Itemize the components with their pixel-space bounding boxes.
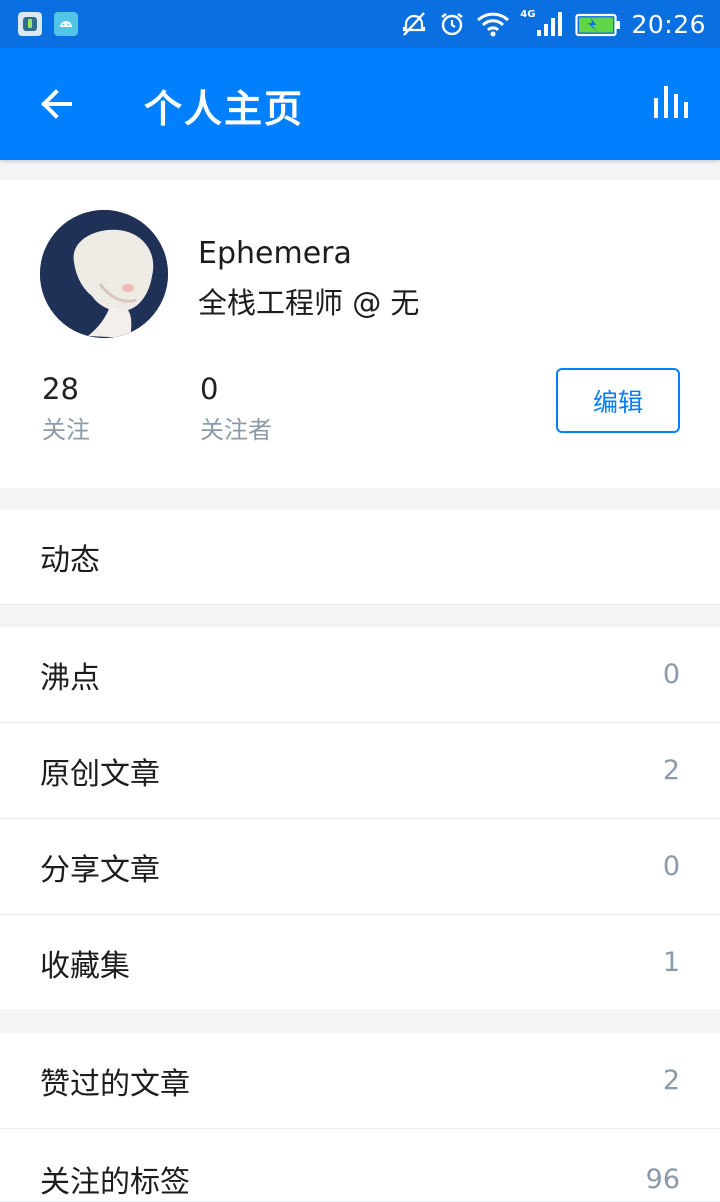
user-job-title: 全栈工程师 @ 无 [198, 286, 420, 320]
pins-row[interactable]: 沸点 0 [0, 627, 720, 723]
bar-chart-icon[interactable] [652, 82, 692, 122]
alarm-icon [441, 13, 464, 36]
app-notification-icon [18, 12, 42, 36]
activity-row[interactable]: 动态 [0, 509, 720, 605]
activity-label: 动态 [40, 542, 100, 578]
shared-articles-label: 分享文章 [40, 852, 160, 888]
liked-articles-count: 2 [662, 1065, 680, 1096]
profile-card: Ephemera 全栈工程师 @ 无 28 关注 0 关注者 编辑 [0, 180, 720, 488]
mute-icon [403, 12, 426, 36]
edit-profile-button[interactable]: 编辑 [556, 368, 680, 433]
system-icons: 4G 20:26 [400, 8, 706, 40]
clock: 20:26 [631, 9, 706, 39]
pins-count: 0 [662, 659, 680, 690]
following-count: 28 [42, 372, 79, 406]
followed-tags-row[interactable]: 关注的标签 96 [0, 1129, 720, 1202]
signal-icon [537, 12, 563, 36]
android-debug-icon [54, 12, 78, 36]
wifi-icon [477, 12, 510, 37]
notification-icons [18, 12, 78, 36]
original-articles-row[interactable]: 原创文章 2 [0, 723, 720, 819]
followed-tags-count: 96 [645, 1163, 680, 1195]
followers-stat[interactable]: 0 关注者 [200, 372, 272, 445]
user-name: Ephemera [198, 236, 352, 271]
battery-charging-icon [575, 13, 621, 37]
followed-tags-label: 关注的标签 [40, 1165, 190, 1200]
shared-articles-count: 0 [662, 851, 680, 882]
app-bar: 个人主页 [0, 48, 720, 160]
shared-articles-row[interactable]: 分享文章 0 [0, 819, 720, 915]
liked-articles-label: 赞过的文章 [40, 1066, 190, 1102]
collections-label: 收藏集 [40, 948, 130, 984]
following-stat[interactable]: 28 关注 [42, 372, 90, 445]
network-type-label: 4G [520, 8, 536, 20]
status-bar: 4G 20:26 [0, 0, 720, 48]
liked-articles-row[interactable]: 赞过的文章 2 [0, 1033, 720, 1129]
collections-count: 1 [662, 947, 680, 978]
back-arrow-icon[interactable] [36, 84, 76, 124]
avatar[interactable] [40, 210, 168, 338]
followers-label: 关注者 [200, 416, 272, 444]
pins-label: 沸点 [40, 660, 100, 696]
page-title: 个人主页 [144, 87, 305, 131]
followers-count: 0 [200, 372, 219, 406]
original-articles-label: 原创文章 [40, 756, 160, 792]
following-label: 关注 [42, 416, 90, 444]
collections-row[interactable]: 收藏集 1 [0, 915, 720, 1011]
original-articles-count: 2 [662, 755, 680, 786]
